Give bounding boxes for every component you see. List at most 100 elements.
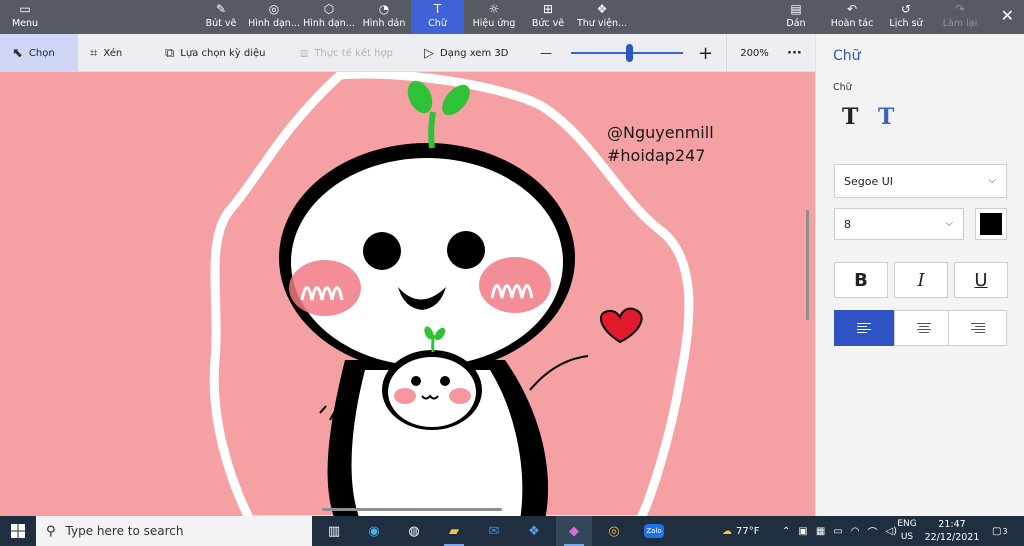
select-tool-button[interactable]: ⬉ Chọn (0, 34, 78, 72)
text-color-picker[interactable] (975, 208, 1007, 240)
weather-widget[interactable]: ☁ 77°F (722, 516, 759, 546)
text-tool-button[interactable]: T Chữ (411, 0, 464, 34)
view-3d-button[interactable]: ▷ Dạng xem 3D (424, 34, 508, 72)
effects-button[interactable]: ☼ Hiệu ứng (468, 0, 520, 34)
brushes-button[interactable]: ✎ Bút vẽ (200, 0, 242, 34)
ribbon: ▭ Menu ✎ Bút vẽ ◎ Hình dạn... ⬡ Hình dạn… (0, 0, 1024, 34)
library-3d-button[interactable]: ❖ Thư viện... (574, 0, 630, 34)
weather-icon: ☁ (722, 525, 732, 537)
menu-button[interactable]: ▭ Menu (0, 0, 50, 34)
wifi-icon[interactable]: ⌒ (867, 524, 877, 539)
paste-button[interactable]: ▤ Dán (779, 0, 813, 34)
chevron-down-icon: ⌵ (988, 174, 996, 186)
3d-text-icon[interactable]: T (878, 104, 894, 130)
drawing-canvas[interactable]: @Nguyenmill #hoidap247 (0, 72, 815, 516)
align-left-button[interactable] (834, 310, 894, 346)
view-3d-icon: ▷ (424, 45, 434, 61)
search-icon: ⚲ (46, 523, 56, 539)
italic-button[interactable]: I (894, 262, 948, 298)
dropbox-icon[interactable]: ❖ (516, 516, 552, 546)
chrome-icon[interactable]: ◎ (596, 516, 632, 546)
watermark-line-1: @Nguyenmill (607, 123, 714, 142)
task-view-icon[interactable]: ▥ (316, 516, 352, 546)
canvas-button[interactable]: ⊞ Bức vẽ (526, 0, 570, 34)
stickers-button[interactable]: ◔ Hình dán (360, 0, 408, 34)
sun-icon: ☼ (488, 2, 500, 16)
taskbar-search[interactable]: ⚲ Type here to search (36, 516, 312, 546)
battery-icon[interactable]: ▭ (833, 526, 842, 537)
mixed-reality-icon: ⧈ (300, 45, 309, 61)
windows-icon (11, 524, 25, 538)
language-indicator[interactable]: ENG US (893, 518, 921, 544)
notifications-button[interactable]: ▢ 3 (992, 516, 1008, 546)
app-tray-icon[interactable]: ▣ (798, 526, 807, 537)
shapes-2d-button[interactable]: ◎ Hình dạn... (248, 0, 300, 34)
notification-icon: ▢ (992, 525, 1002, 537)
mail-icon[interactable]: ✉ (476, 516, 512, 546)
history-icon: ↺ (900, 2, 912, 16)
panel-title: Chữ (833, 48, 861, 64)
start-button[interactable] (0, 516, 36, 546)
brush-icon: ✎ (215, 2, 227, 16)
zoom-slider-thumb[interactable] (625, 44, 633, 62)
system-tray: ⌃ ▣ ▦ ▭ ◠ ⌒ ◁) (782, 516, 897, 546)
heart-shape (599, 307, 643, 344)
canvas-icon: ⊞ (542, 2, 554, 16)
small-left-cheek (394, 388, 416, 404)
font-family-select[interactable]: Segoe UI ⌵ (834, 164, 1007, 198)
undo-icon: ↶ (846, 2, 858, 16)
headset-icon[interactable]: ◠ (851, 526, 860, 537)
small-right-cheek (449, 388, 471, 404)
mixed-reality-button[interactable]: ⧈ Thực tế kết hợp (300, 34, 393, 72)
redo-button[interactable]: ↷ Làm lại (938, 0, 982, 34)
plain-text-icon[interactable]: T (842, 104, 858, 130)
redo-icon: ↷ (954, 2, 966, 16)
text-icon: T (433, 2, 442, 16)
underline-button[interactable]: U (954, 262, 1008, 298)
align-center-icon (917, 321, 931, 335)
zoom-in-button[interactable]: + (698, 34, 713, 72)
crop-button[interactable]: ⌗ Xén (90, 34, 122, 72)
text-panel: Chữ Chữ T T Segoe UI ⌵ 8 ⌵ B I U (815, 34, 1024, 516)
sticker-icon: ◔ (378, 2, 390, 16)
network-tray-icon[interactable]: ▦ (816, 526, 825, 537)
chevron-up-icon[interactable]: ⌃ (782, 526, 790, 537)
shapes-3d-button[interactable]: ⬡ Hình dạn... (302, 0, 356, 34)
horizontal-scrollbar[interactable] (322, 508, 502, 511)
shapes-2d-icon: ◎ (268, 2, 280, 16)
font-size-select[interactable]: 8 ⌵ (834, 208, 964, 240)
align-right-icon (970, 321, 985, 335)
edge-icon[interactable]: ◉ (356, 516, 392, 546)
library-icon: ❖ (596, 2, 608, 16)
magic-select-button[interactable]: ⧉ Lựa chọn kỳ diệu (165, 34, 266, 72)
undo-button[interactable]: ↶ Hoàn tác (826, 0, 878, 34)
paint-3d-icon[interactable]: ◆ (556, 516, 592, 546)
file-explorer-icon[interactable]: ▰ (436, 516, 472, 546)
crop-icon: ⌗ (90, 45, 98, 61)
align-center-button[interactable] (894, 310, 954, 346)
small-left-eye (411, 376, 421, 386)
close-panel-icon[interactable]: ✕ (1001, 6, 1014, 25)
cursor-icon: ⬉ (12, 45, 23, 61)
store-icon[interactable]: ◍ (396, 516, 432, 546)
clock[interactable]: 21:47 22/12/2021 (922, 518, 982, 544)
vertical-scrollbar[interactable] (806, 210, 809, 320)
folder-icon: ▭ (19, 2, 31, 16)
more-options-button[interactable]: ··· (787, 34, 802, 72)
sprout-stem (428, 111, 436, 149)
zalo-icon[interactable]: Zalo (636, 516, 672, 546)
text-type-label: Chữ (833, 82, 852, 93)
bold-button[interactable]: B (834, 262, 888, 298)
taskbar: ⚲ Type here to search ▥ ◉ ◍ ▰ ✉ ❖ ◆ ◎ Za… (0, 516, 1024, 546)
magic-select-icon: ⧉ (165, 45, 175, 61)
color-swatch (980, 213, 1002, 235)
cube-icon: ⬡ (323, 2, 335, 16)
watermark-line-2: #hoidap247 (607, 146, 706, 165)
history-button[interactable]: ↺ Lịch sử (884, 0, 928, 34)
right-cheek (479, 257, 551, 313)
motion-line-right (529, 355, 589, 391)
zoom-out-button[interactable]: — (540, 34, 552, 72)
align-right-button[interactable] (948, 310, 1007, 346)
clipboard-icon: ▤ (790, 2, 802, 16)
chevron-down-icon: ⌵ (945, 217, 953, 229)
